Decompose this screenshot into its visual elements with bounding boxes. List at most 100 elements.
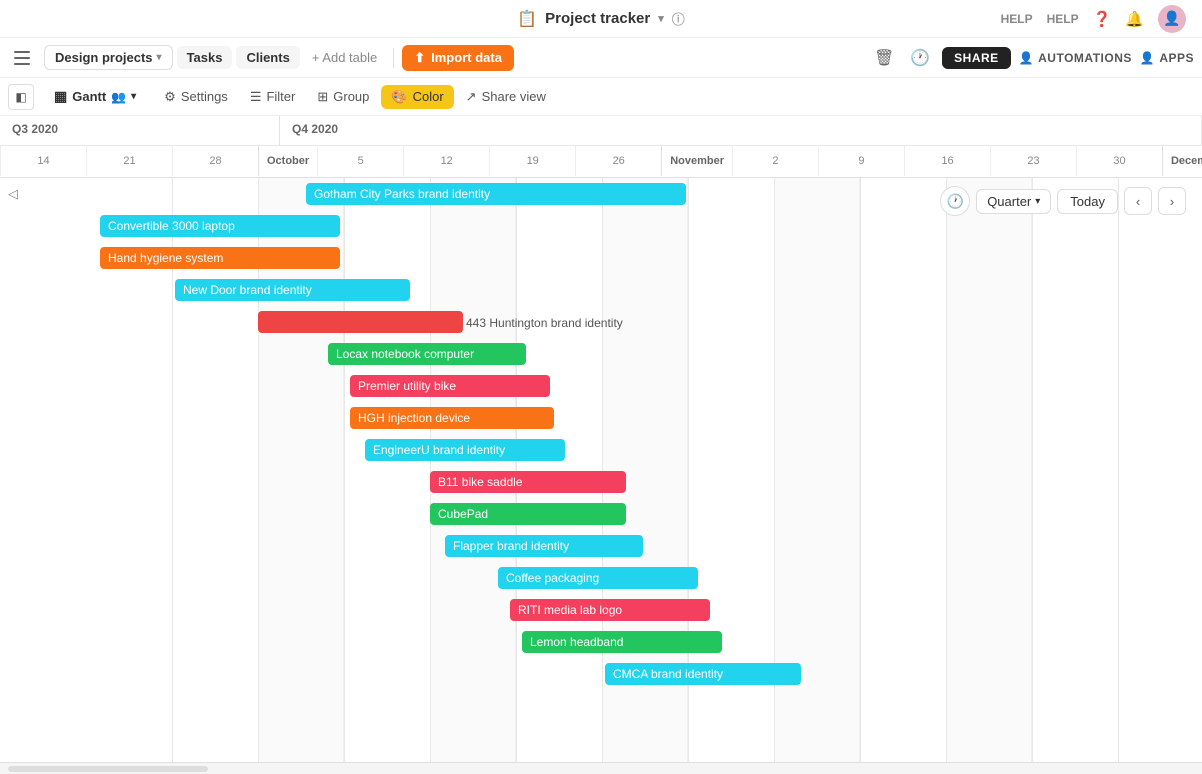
bar-new-door-label: New Door brand identity (183, 283, 312, 297)
scrollbar-track[interactable] (8, 766, 208, 772)
bar-engineeru-label: EngineerU brand identity (373, 443, 505, 457)
bar-lemon-label: Lemon headband (530, 635, 623, 649)
bar-new-door[interactable]: New Door brand identity (175, 279, 410, 301)
bar-engineeru[interactable]: EngineerU brand identity (365, 439, 565, 461)
gantt-rows: Gotham City Parks brand identity Convert… (0, 178, 1202, 762)
quarter-selector[interactable]: Quarter ▾ (976, 189, 1051, 214)
trash-icon[interactable]: 🗑 (870, 44, 898, 72)
bar-gotham[interactable]: Gotham City Parks brand identity (306, 183, 686, 205)
bar-convertible[interactable]: Convertible 3000 laptop (100, 215, 340, 237)
design-projects-tab[interactable]: Design projects ▾ (44, 45, 173, 70)
november-label: November (662, 155, 732, 167)
bar-convertible-label: Convertible 3000 laptop (108, 219, 235, 233)
filter-label: Filter (266, 89, 295, 104)
quarter-labels-row: Q3 2020 Q4 2020 (0, 116, 1202, 146)
week-30: 30 (1076, 146, 1162, 176)
import-icon: ⬆ (414, 50, 425, 66)
title-text: Project tracker (545, 10, 650, 27)
bar-flapper-label: Flapper brand identity (453, 539, 569, 553)
tasks-tab[interactable]: Tasks (177, 46, 233, 69)
bar-443-huntington[interactable] (258, 311, 463, 333)
week-14: 14 (0, 146, 86, 176)
tab-bar-right: 🗑 🕐 SHARE 👤 AUTOMATIONS 👤 APPS (870, 44, 1194, 72)
color-icon: 🎨 (391, 89, 407, 105)
col-stripe-2 (430, 178, 516, 762)
bar-flapper[interactable]: Flapper brand identity (445, 535, 643, 557)
q4-text: Q4 2020 (292, 122, 338, 136)
left-pin-button[interactable]: ◁ (8, 186, 18, 202)
help-label[interactable]: HELP (1001, 12, 1033, 26)
q3-text: Q3 2020 (12, 122, 58, 136)
prev-icon: ‹ (1136, 194, 1140, 209)
clock-button[interactable]: 🕐 (940, 186, 970, 216)
bar-locax[interactable]: Locax notebook computer (328, 343, 526, 365)
gantt-controls: 🕐 Quarter ▾ Today ‹ › (940, 186, 1186, 216)
top-bar-right: HELP HELP ❓ 🔔 👤 (1001, 5, 1186, 33)
bar-cmca[interactable]: CMCA brand identity (605, 663, 801, 685)
bar-gotham-label: Gotham City Parks brand identity (314, 187, 490, 201)
bar-coffee-label: Coffee packaging (506, 571, 599, 585)
bar-lemon[interactable]: Lemon headband (522, 631, 722, 653)
help-text[interactable]: HELP (1047, 12, 1079, 26)
week-16: 16 (904, 146, 990, 176)
bar-riti[interactable]: RITI media lab logo (510, 599, 710, 621)
bar-hgh[interactable]: HGH injection device (350, 407, 554, 429)
quarter-label: Quarter (987, 194, 1031, 209)
bell-icon[interactable]: 🔔 (1125, 10, 1144, 28)
share-view-button[interactable]: ↗ Share view (456, 85, 556, 109)
gantt-icon: ▦ (54, 88, 67, 105)
bar-cubepad[interactable]: CubePad (430, 503, 626, 525)
gantt-arrow-icon[interactable]: ▾ (131, 91, 136, 102)
week-26: 26 (575, 146, 661, 176)
december-label: December (1163, 155, 1202, 167)
bar-hand-hygiene[interactable]: Hand hygiene system (100, 247, 340, 269)
view-controls: ⚙ Settings ☰ Filter ⊞ Group 🎨 Color ↗ Sh… (154, 85, 556, 109)
october-label: October (259, 155, 317, 167)
color-label: Color (413, 89, 444, 104)
dropdown-arrow-icon[interactable]: ▾ (658, 12, 664, 25)
scrollbar-area[interactable] (0, 762, 1202, 774)
bar-cubepad-label: CubePad (438, 507, 488, 521)
top-bar: 📋 Project tracker ▾ ⓘ HELP HELP ❓ 🔔 👤 (0, 0, 1202, 38)
color-button[interactable]: 🎨 Color (381, 85, 453, 109)
week-28: 28 (172, 146, 258, 176)
prev-button[interactable]: ‹ (1124, 187, 1152, 215)
grid-line-12 (1118, 178, 1119, 762)
grid-line-11 (1032, 178, 1033, 762)
bar-premier[interactable]: Premier utility bike (350, 375, 550, 397)
tab-dropdown-arrow-icon[interactable]: ▾ (157, 52, 162, 63)
filter-button[interactable]: ☰ Filter (240, 85, 306, 109)
automations-button[interactable]: 👤 AUTOMATIONS (1019, 51, 1132, 65)
import-data-button[interactable]: ⬆ Import data (402, 45, 514, 71)
sidebar-toggle-button[interactable]: ◧ (8, 84, 34, 110)
bar-riti-label: RITI media lab logo (518, 603, 622, 617)
gantt-body[interactable]: Gotham City Parks brand identity Convert… (0, 178, 1202, 762)
gantt-container: Q3 2020 Q4 2020 14 21 28 October 5 12 19… (0, 116, 1202, 774)
week-labels-row: 14 21 28 October 5 12 19 26 November 2 9… (0, 146, 1202, 176)
hamburger-button[interactable] (8, 44, 36, 72)
next-button[interactable]: › (1158, 187, 1186, 215)
clients-tab[interactable]: Clients (236, 46, 299, 69)
tab-divider (393, 48, 394, 68)
info-icon[interactable]: ⓘ (672, 9, 685, 28)
tab-bar: Design projects ▾ Tasks Clients + Add ta… (0, 38, 1202, 78)
settings-button[interactable]: ⚙ Settings (154, 85, 238, 109)
today-label: Today (1070, 194, 1105, 209)
settings-icon: ⚙ (164, 89, 176, 105)
help-question-icon[interactable]: ❓ (1093, 10, 1112, 28)
gantt-label: Gantt (72, 89, 106, 104)
bar-coffee[interactable]: Coffee packaging (498, 567, 698, 589)
add-table-button[interactable]: + Add table (304, 46, 385, 69)
apps-button[interactable]: 👤 APPS (1140, 51, 1194, 65)
briefcase-icon: 📋 (517, 9, 537, 29)
gantt-view-tab[interactable]: ▦ Gantt 👥 ▾ (44, 84, 146, 109)
bar-locax-label: Locax notebook computer (336, 347, 474, 361)
share-label: SHARE (954, 51, 999, 65)
group-button[interactable]: ⊞ Group (307, 85, 379, 109)
avatar[interactable]: 👤 (1158, 5, 1186, 33)
history-icon[interactable]: 🕐 (906, 44, 934, 72)
today-button[interactable]: Today (1057, 189, 1118, 214)
bar-b11[interactable]: B11 bike saddle (430, 471, 626, 493)
grid-line-4 (430, 178, 431, 762)
share-button[interactable]: SHARE (942, 47, 1011, 69)
